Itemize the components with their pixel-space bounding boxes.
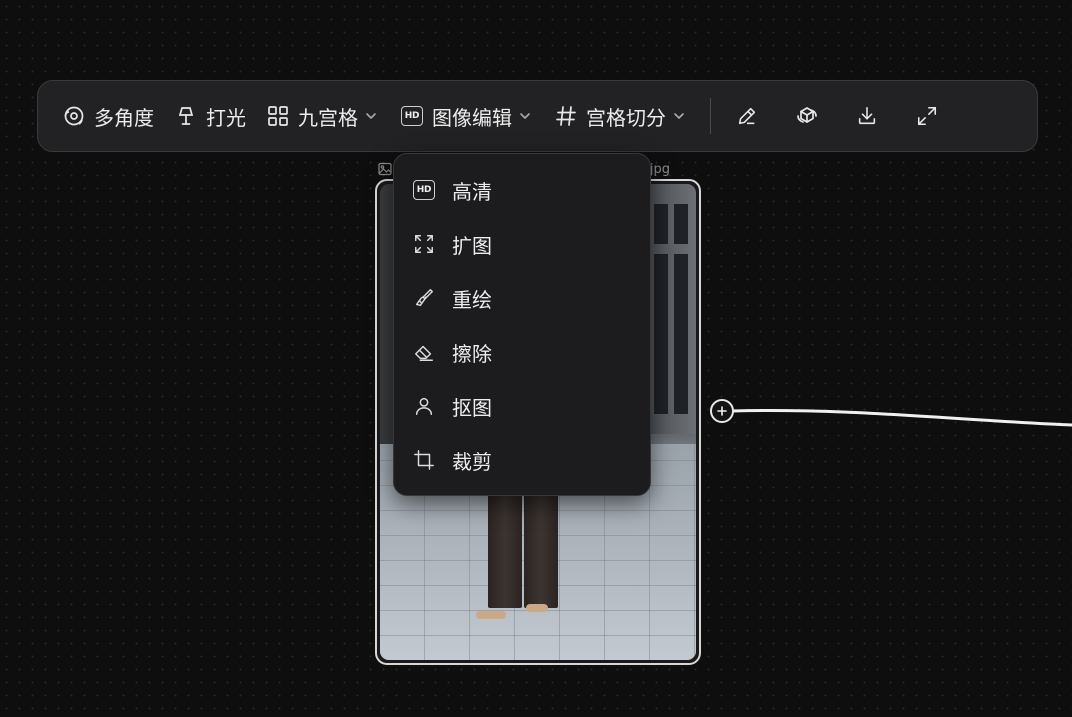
- image-edit-dropdown: HD 高清 扩图 重绘 擦除 抠图 裁剪: [393, 153, 651, 496]
- menu-item-label: 高清: [452, 179, 492, 204]
- menu-item-label: 重绘: [452, 287, 492, 312]
- expand-frame-icon: [412, 232, 436, 256]
- menu-item-label: 裁剪: [452, 449, 492, 474]
- plus-icon: [716, 405, 728, 417]
- photo-leg-right: [524, 484, 558, 608]
- menu-item-hd[interactable]: HD 高清: [394, 163, 650, 217]
- menu-item-cutout[interactable]: 抠图: [394, 379, 650, 433]
- image-edit-button[interactable]: HD 图像编辑: [390, 94, 544, 138]
- fullscreen-button[interactable]: [905, 94, 949, 138]
- edit-button[interactable]: [725, 94, 769, 138]
- grid-split-label: 宫格切分: [586, 105, 666, 130]
- hd-icon: HD: [400, 104, 424, 128]
- eraser-icon: [412, 340, 436, 364]
- rotate-3d-icon: [795, 104, 819, 128]
- photo-building-right: [648, 184, 696, 434]
- pencil-icon: [736, 105, 758, 127]
- chevron-down-icon: [518, 108, 534, 124]
- download-button[interactable]: [845, 94, 889, 138]
- photo-shoe-right: [526, 604, 548, 612]
- image-edit-label: 图像编辑: [432, 105, 512, 130]
- grid-icon: [266, 104, 290, 128]
- image-icon: [378, 162, 392, 176]
- expand-icon: [916, 105, 938, 127]
- hd-icon: HD: [412, 178, 436, 202]
- multi-angle-label: 多角度: [94, 105, 154, 130]
- menu-item-label: 扩图: [452, 233, 492, 258]
- multi-angle-button[interactable]: 多角度: [52, 94, 164, 138]
- grid-split-button[interactable]: 宫格切分: [544, 94, 698, 138]
- toolbar-divider: [710, 98, 711, 134]
- photo-leg-left: [488, 484, 522, 608]
- top-toolbar: 多角度 打光 九宫格 HD 图像编辑 宫格切分: [37, 80, 1038, 152]
- lighting-button[interactable]: 打光: [164, 94, 256, 138]
- chevron-down-icon: [364, 108, 380, 124]
- add-connection-button[interactable]: [710, 399, 734, 423]
- menu-item-erase[interactable]: 擦除: [394, 325, 650, 379]
- menu-item-label: 抠图: [452, 395, 492, 420]
- hd-badge: HD: [401, 106, 423, 126]
- multi-angle-icon: [62, 104, 86, 128]
- crop-icon: [412, 448, 436, 472]
- photo-shoe-left: [476, 611, 506, 619]
- rotate-3d-button[interactable]: [785, 94, 829, 138]
- photo-building-left: [380, 184, 394, 444]
- lighting-label: 打光: [206, 105, 246, 130]
- brush-icon: [412, 286, 436, 310]
- menu-item-outpaint[interactable]: 扩图: [394, 217, 650, 271]
- person-icon: [412, 394, 436, 418]
- image-filename: jpg: [649, 161, 670, 177]
- download-icon: [856, 105, 878, 127]
- menu-item-repaint[interactable]: 重绘: [394, 271, 650, 325]
- chevron-down-icon: [672, 108, 688, 124]
- lamp-icon: [174, 104, 198, 128]
- hd-badge: HD: [413, 180, 435, 200]
- connection-edge: [732, 409, 1072, 427]
- hash-icon: [554, 104, 578, 128]
- menu-item-crop[interactable]: 裁剪: [394, 433, 650, 487]
- menu-item-label: 擦除: [452, 341, 492, 366]
- nine-grid-label: 九宫格: [298, 105, 358, 130]
- nine-grid-button[interactable]: 九宫格: [256, 94, 390, 138]
